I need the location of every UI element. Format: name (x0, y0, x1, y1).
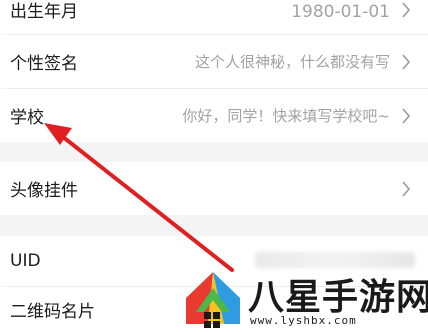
watermark-url: www.lyshbx.com (250, 314, 357, 327)
watermark-text: 八星手游网 (248, 277, 428, 318)
watermark-logo: 八星手游网 www.lyshbx.com (178, 268, 428, 332)
logo-icon (186, 272, 240, 328)
